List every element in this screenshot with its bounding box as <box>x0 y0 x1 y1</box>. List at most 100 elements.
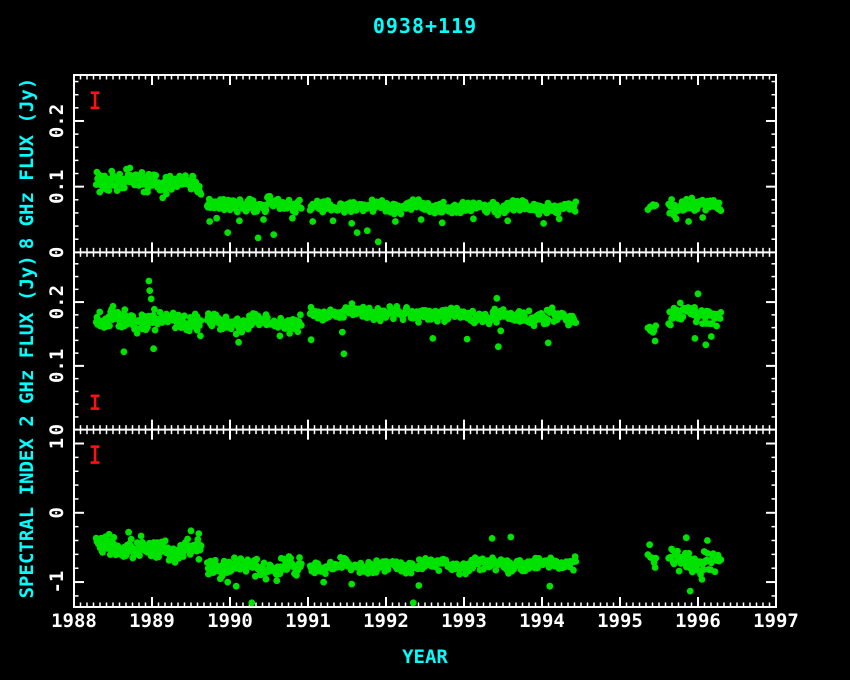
outlier-data-point <box>148 296 155 303</box>
outlier-data-point <box>341 350 348 357</box>
x-tick-label: 1994 <box>519 610 565 632</box>
data-point <box>294 328 301 335</box>
data-point <box>298 205 305 212</box>
data-point <box>136 552 143 559</box>
data-point <box>652 202 659 209</box>
axes-layer <box>74 75 776 607</box>
y-axis-title-2ghz-flux: 2 GHz FLUX (Jy) <box>16 255 38 427</box>
outlier-data-point <box>652 564 659 571</box>
outlier-data-point <box>248 599 255 606</box>
y-tick-label: 0.1 <box>46 169 68 203</box>
data-point <box>713 323 720 330</box>
data-point <box>526 308 533 315</box>
outlier-data-point <box>683 534 690 541</box>
data-point <box>712 568 719 575</box>
outlier-data-point <box>699 576 706 583</box>
x-axis-title-year: YEAR <box>402 646 448 668</box>
data-point <box>181 312 188 319</box>
data-point <box>572 198 579 205</box>
outlier-data-point <box>233 583 240 590</box>
plot-title: 0938+119 <box>373 14 477 38</box>
data-point <box>545 316 552 323</box>
data-point <box>196 556 203 563</box>
data-point <box>180 553 187 560</box>
data-point <box>652 322 659 329</box>
data-point <box>717 207 724 214</box>
plot-frame <box>74 75 776 607</box>
x-tick-label: 1991 <box>285 610 331 632</box>
data-point <box>297 311 304 318</box>
outlier-data-point <box>695 290 702 297</box>
data-point <box>296 197 303 204</box>
y-tick-label: 1 <box>46 438 68 449</box>
y-tick-label: 0.2 <box>46 104 68 138</box>
data-point <box>680 314 687 321</box>
data-point <box>162 537 169 544</box>
outlier-data-point <box>565 322 572 329</box>
plot-canvas: 0938+119 8 GHz FLUX (Jy) 2 GHz FLUX (Jy)… <box>0 0 850 680</box>
data-point <box>296 554 303 561</box>
outlier-data-point <box>125 529 132 536</box>
data-point <box>153 172 160 179</box>
data-point <box>263 576 270 583</box>
outlier-data-point <box>194 327 201 334</box>
outlier-data-point <box>195 530 202 537</box>
outlier-data-point <box>308 336 315 343</box>
outlier-data-point <box>495 343 502 350</box>
outlier-data-point <box>699 214 706 221</box>
data-point <box>253 556 260 563</box>
outlier-data-point <box>504 217 511 224</box>
outlier-data-point <box>497 327 504 334</box>
outlier-data-point <box>348 581 355 588</box>
light-curve-figure: 0938+119 8 GHz FLUX (Jy) 2 GHz FLUX (Jy)… <box>0 0 850 680</box>
x-tick-label: 1995 <box>597 610 643 632</box>
outlier-data-point <box>489 535 496 542</box>
outlier-data-point <box>493 295 500 302</box>
data-point <box>198 542 205 549</box>
outlier-data-point <box>273 577 280 584</box>
outlier-data-point <box>429 335 436 342</box>
data-point <box>96 309 103 316</box>
data-point <box>121 306 128 313</box>
y-tick-label: 0 <box>46 424 68 435</box>
y-tick-label: -1 <box>46 571 68 594</box>
outlier-data-point <box>224 579 231 586</box>
data-point <box>572 558 579 565</box>
error-bar-flux2 <box>91 396 100 409</box>
outlier-data-point <box>277 333 284 340</box>
data-point <box>717 309 724 316</box>
outlier-data-point <box>673 215 680 222</box>
data-point <box>570 567 577 574</box>
outlier-data-point <box>309 218 316 225</box>
data-point <box>667 322 674 329</box>
data-point <box>196 183 203 190</box>
outlier-data-point <box>233 331 240 338</box>
data-point <box>198 317 205 324</box>
error-bars-layer <box>91 93 100 463</box>
data-point <box>322 570 329 577</box>
outlier-data-point <box>320 579 327 586</box>
outlier-data-point <box>392 218 399 225</box>
data-point <box>415 319 422 326</box>
data-point <box>110 303 117 310</box>
outlier-data-point <box>540 220 547 227</box>
data-point <box>128 536 135 543</box>
outlier-data-point <box>702 341 709 348</box>
data-point <box>340 314 347 321</box>
outlier-data-point <box>545 340 552 347</box>
y-tick-label: 0 <box>46 507 68 518</box>
data-points-layer <box>93 165 724 607</box>
outlier-data-point <box>270 231 277 238</box>
outlier-data-point <box>556 215 563 222</box>
panel-points-flux2 <box>93 278 724 358</box>
data-point <box>163 191 170 198</box>
x-tick-label: 1996 <box>675 610 721 632</box>
outlier-data-point <box>354 229 361 236</box>
outlier-data-point <box>692 335 699 342</box>
data-point <box>138 533 145 540</box>
outlier-data-point <box>236 217 243 224</box>
data-point <box>676 568 683 575</box>
outlier-data-point <box>348 220 355 227</box>
panel-points-spectral <box>93 527 724 606</box>
data-point <box>152 327 159 334</box>
